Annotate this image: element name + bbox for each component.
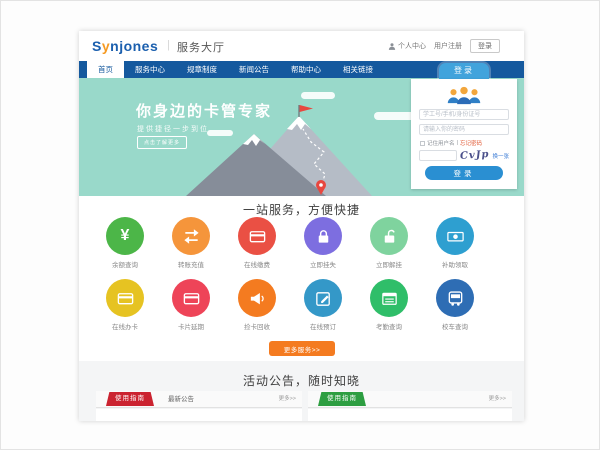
service-label: 转账充值 <box>158 259 224 269</box>
personal-center-link[interactable]: 个人中心 <box>388 41 426 51</box>
personal-center-label: 个人中心 <box>398 41 426 51</box>
logo-accent: y <box>102 38 110 54</box>
captcha-input[interactable] <box>419 150 457 161</box>
screenshot-canvas: Synjones | 服务大厅 个人中心 用户注册 登录 首页 服务中心 规章制… <box>0 0 600 450</box>
service-label: 立即挂失 <box>290 259 356 269</box>
captcha-row: CvJp 换一张 <box>419 150 509 161</box>
more-services-button[interactable]: 更多服务>> <box>269 341 335 356</box>
calendar-icon <box>380 289 399 308</box>
forgot-password-link[interactable]: 忘记密码 <box>460 139 482 147</box>
hero-title: 你身边的卡管专家 <box>136 100 272 121</box>
right-panel-badge[interactable]: 使用指南 <box>318 392 366 406</box>
right-panel-content <box>308 409 512 421</box>
hero-cta-button[interactable]: 点击了解更多 <box>137 136 187 149</box>
announcements-title: 活动公告，随时知晓 <box>79 372 524 389</box>
service-attendance-inquiry[interactable]: 考勤查询 <box>356 279 422 331</box>
login-options: 记住用户名 | 忘记密码 <box>420 139 508 147</box>
service-label: 捡卡回收 <box>224 321 290 331</box>
edit-icon <box>314 289 333 308</box>
header-login-button[interactable]: 登录 <box>470 39 500 53</box>
service-label: 在线缴费 <box>224 259 290 269</box>
cloud-decoration <box>301 92 335 99</box>
bank-card-icon <box>182 289 201 308</box>
nav-item-home[interactable]: 首页 <box>87 61 124 78</box>
nav-item-help-center[interactable]: 帮助中心 <box>280 61 332 78</box>
right-panel-tabbar: 使用指南 更多>> <box>308 391 512 408</box>
logo-divider: | <box>167 39 170 51</box>
latest-announcements-tab[interactable]: 最新公告 <box>168 391 194 408</box>
users-group-icon <box>444 85 484 106</box>
lock-icon <box>314 227 333 246</box>
services-title: 一站服务，方便快捷 <box>79 201 524 218</box>
bank-card-icon <box>116 289 135 308</box>
register-label: 用户注册 <box>434 41 462 51</box>
service-found-card-return[interactable]: 捡卡回收 <box>224 279 290 331</box>
options-divider: | <box>457 140 458 146</box>
service-transfer-recharge[interactable]: 转账充值 <box>158 217 224 269</box>
megaphone-icon <box>248 289 267 308</box>
register-link[interactable]: 用户注册 <box>434 41 462 51</box>
account-input[interactable] <box>419 109 509 120</box>
service-label: 在线预订 <box>290 321 356 331</box>
site-name: 服务大厅 <box>177 39 225 55</box>
captcha-refresh-link[interactable]: 换一张 <box>493 152 510 160</box>
login-form: 记住用户名 | 忘记密码 CvJp 换一张 登录 <box>411 79 517 189</box>
password-input[interactable] <box>419 124 509 135</box>
left-panel-content <box>96 409 302 421</box>
bus-icon <box>446 289 465 308</box>
transfer-arrows-icon <box>182 227 201 246</box>
left-panel-tabbar: 使用指南 最新公告 更多>> <box>96 391 302 408</box>
left-panel-badge[interactable]: 使用指南 <box>106 392 154 406</box>
service-cancel-loss[interactable]: 立即解挂 <box>356 217 422 269</box>
service-school-bus-inquiry[interactable]: 校车查询 <box>422 279 488 331</box>
left-panel-more-link[interactable]: 更多>> <box>279 391 296 408</box>
header-links: 个人中心 用户注册 登录 <box>388 39 500 53</box>
service-label: 余额查询 <box>92 259 158 269</box>
page: Synjones | 服务大厅 个人中心 用户注册 登录 首页 服务中心 规章制… <box>79 31 524 421</box>
nav-item-rules[interactable]: 规章制度 <box>176 61 228 78</box>
service-report-loss[interactable]: 立即挂失 <box>290 217 356 269</box>
banknote-icon <box>446 227 465 246</box>
service-online-payment[interactable]: 在线缴费 <box>224 217 290 269</box>
yen-icon: ¥ <box>121 228 130 244</box>
hero-subtitle: 提供捷径一步到位 <box>137 124 209 134</box>
service-label: 补助领取 <box>422 259 488 269</box>
unlock-icon <box>380 227 399 246</box>
service-label: 卡片延期 <box>158 321 224 331</box>
service-online-booking[interactable]: 在线预订 <box>290 279 356 331</box>
service-label: 立即解挂 <box>356 259 422 269</box>
service-subsidy-collect[interactable]: 补助领取 <box>422 217 488 269</box>
user-icon <box>388 42 396 51</box>
service-label: 校车查询 <box>422 321 488 331</box>
login-tab[interactable]: 登录 <box>439 63 489 79</box>
remember-checkbox[interactable] <box>420 141 425 146</box>
logo-text: S <box>92 38 102 54</box>
service-label: 考勤查询 <box>356 321 422 331</box>
header: Synjones | 服务大厅 个人中心 用户注册 登录 <box>79 31 524 61</box>
login-panel: 登录 记住用户名 | 忘记密码 CvJp 换一张 登录 <box>411 63 517 189</box>
logo[interactable]: Synjones <box>92 38 158 54</box>
right-panel-more-link[interactable]: 更多>> <box>489 391 506 408</box>
captcha-image[interactable]: CvJp <box>460 149 490 162</box>
bank-card-icon <box>248 227 267 246</box>
remember-label: 记住用户名 <box>427 139 455 147</box>
service-card-extension[interactable]: 卡片延期 <box>158 279 224 331</box>
nav-item-service-center[interactable]: 服务中心 <box>124 61 176 78</box>
nav-item-news[interactable]: 新闻公告 <box>228 61 280 78</box>
nav-item-links[interactable]: 相关链接 <box>332 61 384 78</box>
service-balance-inquiry[interactable]: ¥ 余额查询 <box>92 217 158 269</box>
logo-text-rest: njones <box>110 38 158 54</box>
login-submit-button[interactable]: 登录 <box>425 166 503 180</box>
service-label: 在线办卡 <box>92 321 158 331</box>
service-online-card-apply[interactable]: 在线办卡 <box>92 279 158 331</box>
